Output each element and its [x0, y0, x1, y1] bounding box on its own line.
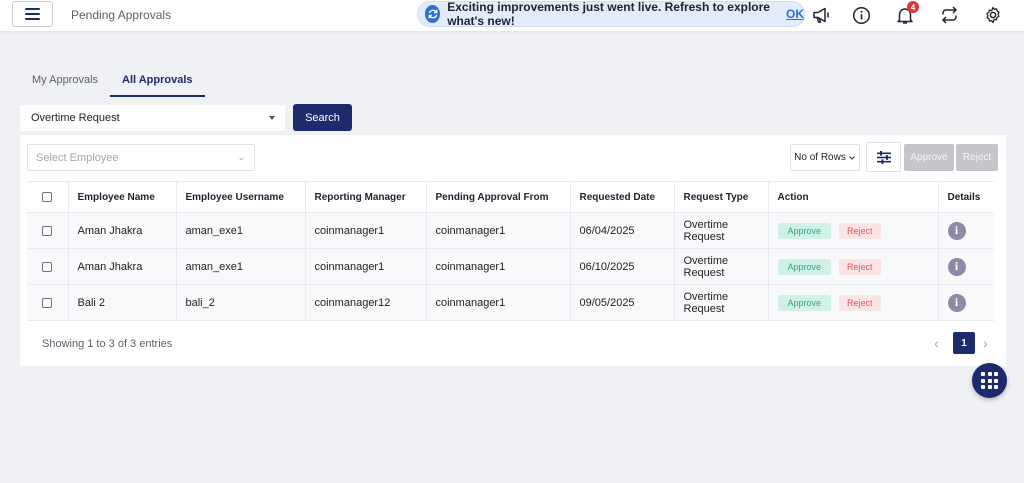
- details-cell: i: [938, 248, 994, 285]
- reporting-manager-cell: coinmanager12: [305, 284, 427, 321]
- caret-down-icon: [269, 116, 275, 120]
- bell-icon[interactable]: 4: [894, 1, 919, 26]
- request-type-cell: Overtime Request: [674, 284, 769, 321]
- column-header-details: Details: [938, 181, 994, 213]
- sliders-icon: [876, 150, 891, 164]
- requested-date-cell: 06/04/2025: [570, 212, 675, 249]
- action-cell: Approve Reject: [768, 284, 939, 321]
- column-filter-button[interactable]: [866, 142, 901, 172]
- employee-name-cell: Aman Jhakra: [68, 212, 177, 249]
- details-info-icon[interactable]: i: [947, 257, 966, 276]
- request-type-value: Overtime Request: [31, 112, 120, 124]
- table-row: Aman Jhakra aman_exe1 coinmanager1 coinm…: [27, 212, 994, 249]
- reject-button[interactable]: Reject: [839, 222, 881, 239]
- tab-all-approvals[interactable]: All Approvals: [110, 66, 205, 97]
- approve-button[interactable]: Approve: [777, 222, 832, 239]
- pending-approval-from-cell: coinmanager1: [426, 212, 571, 249]
- employee-username-cell: aman_exe1: [176, 248, 306, 285]
- approvals-table: Employee Name Employee Username Reportin…: [27, 181, 994, 321]
- table-row: Aman Jhakra aman_exe1 coinmanager1 coinm…: [27, 248, 994, 285]
- request-type-line1: Overtime: [683, 218, 729, 231]
- hamburger-menu-button[interactable]: [12, 1, 53, 27]
- table-header-row: Employee Name Employee Username Reportin…: [27, 181, 994, 213]
- previous-page-button[interactable]: ‹: [934, 335, 939, 351]
- column-header-pending-approval-from[interactable]: Pending Approval From: [426, 181, 571, 213]
- requested-date-cell: 09/05/2025: [570, 284, 675, 321]
- approve-button[interactable]: Approve: [777, 258, 832, 275]
- chevron-down-icon: ⌄: [237, 152, 245, 162]
- approvals-card: Select Employee ⌄ No of Rows Approve Rej…: [20, 135, 1006, 366]
- tab-my-approvals[interactable]: My Approvals: [20, 66, 110, 97]
- request-type-cell: Overtime Request: [674, 248, 769, 285]
- bulk-reject-button[interactable]: Reject: [956, 144, 998, 171]
- megaphone-icon[interactable]: [811, 4, 833, 26]
- reject-button[interactable]: Reject: [839, 294, 881, 311]
- request-type-line2: Request: [683, 266, 725, 279]
- search-button[interactable]: Search: [293, 104, 352, 131]
- entries-summary: Showing 1 to 3 of 3 entries: [42, 338, 173, 350]
- row-select-cell: [27, 248, 69, 285]
- rows-per-page-label: No of Rows: [794, 152, 846, 163]
- reporting-manager-cell: coinmanager1: [305, 212, 427, 249]
- select-all-header: [27, 181, 69, 213]
- column-header-employee-name[interactable]: Employee Name: [68, 181, 177, 213]
- request-type-line2: Request: [683, 302, 725, 315]
- sync-icon[interactable]: [938, 4, 960, 26]
- next-page-button[interactable]: ›: [983, 335, 988, 351]
- column-header-request-type[interactable]: Request Type: [674, 181, 769, 213]
- requested-date-cell: 06/10/2025: [570, 248, 675, 285]
- action-cell: Approve Reject: [768, 248, 939, 285]
- approval-tabs: My Approvals All Approvals: [20, 66, 205, 97]
- employee-username-cell: aman_exe1: [176, 212, 306, 249]
- employee-name-cell: Bali 2: [68, 284, 177, 321]
- action-cell: Approve Reject: [768, 212, 939, 249]
- employee-username-cell: bali_2: [176, 284, 306, 321]
- refresh-icon: [425, 5, 441, 23]
- pending-approval-from-cell: coinmanager1: [426, 284, 571, 321]
- update-notice-banner: Exciting improvements just went live. Re…: [417, 0, 805, 28]
- grid-icon: [981, 372, 998, 389]
- table-row: Bali 2 bali_2 coinmanager12 coinmanager1…: [27, 284, 994, 321]
- notification-count-badge: 4: [907, 1, 919, 13]
- details-info-icon[interactable]: i: [947, 293, 966, 312]
- request-type-cell: Overtime Request: [674, 212, 769, 249]
- chevron-down-icon: [848, 155, 855, 160]
- rows-per-page-dropdown[interactable]: No of Rows: [790, 144, 860, 171]
- details-cell: i: [938, 212, 994, 249]
- select-all-checkbox[interactable]: [42, 191, 53, 202]
- column-header-requested-date[interactable]: Requested Date: [570, 181, 675, 213]
- reporting-manager-cell: coinmanager1: [305, 248, 427, 285]
- approve-button[interactable]: Approve: [777, 294, 832, 311]
- request-type-line1: Overtime: [683, 290, 729, 303]
- reject-button[interactable]: Reject: [839, 258, 881, 275]
- column-header-reporting-manager[interactable]: Reporting Manager: [305, 181, 427, 213]
- row-select-cell: [27, 212, 69, 249]
- details-info-icon[interactable]: i: [947, 221, 966, 240]
- request-type-line2: Request: [683, 230, 725, 243]
- hamburger-menu-icon: [25, 8, 40, 10]
- employee-name-cell: Aman Jhakra: [68, 248, 177, 285]
- request-type-line1: Overtime: [683, 254, 729, 267]
- notice-ok-link[interactable]: OK: [786, 7, 804, 21]
- info-icon[interactable]: [850, 4, 872, 26]
- employee-select-placeholder: Select Employee: [36, 152, 119, 164]
- column-header-employee-username[interactable]: Employee Username: [176, 181, 306, 213]
- details-cell: i: [938, 284, 994, 321]
- bulk-approve-button[interactable]: Approve: [904, 144, 954, 171]
- request-type-select[interactable]: Overtime Request: [20, 105, 285, 131]
- row-checkbox[interactable]: [42, 261, 53, 272]
- gear-icon[interactable]: [982, 4, 1004, 26]
- pending-approval-from-cell: coinmanager1: [426, 248, 571, 285]
- row-checkbox[interactable]: [42, 225, 53, 236]
- page-1-button[interactable]: 1: [953, 332, 975, 354]
- app-launcher-button[interactable]: [972, 363, 1007, 398]
- employee-select[interactable]: Select Employee ⌄: [27, 144, 255, 171]
- top-bar: Pending Approvals Exciting improvements …: [0, 0, 1024, 32]
- column-header-action: Action: [768, 181, 939, 213]
- row-select-cell: [27, 284, 69, 321]
- notice-message: Exciting improvements just went live. Re…: [447, 0, 770, 28]
- row-checkbox[interactable]: [42, 297, 53, 308]
- page-title: Pending Approvals: [71, 8, 172, 22]
